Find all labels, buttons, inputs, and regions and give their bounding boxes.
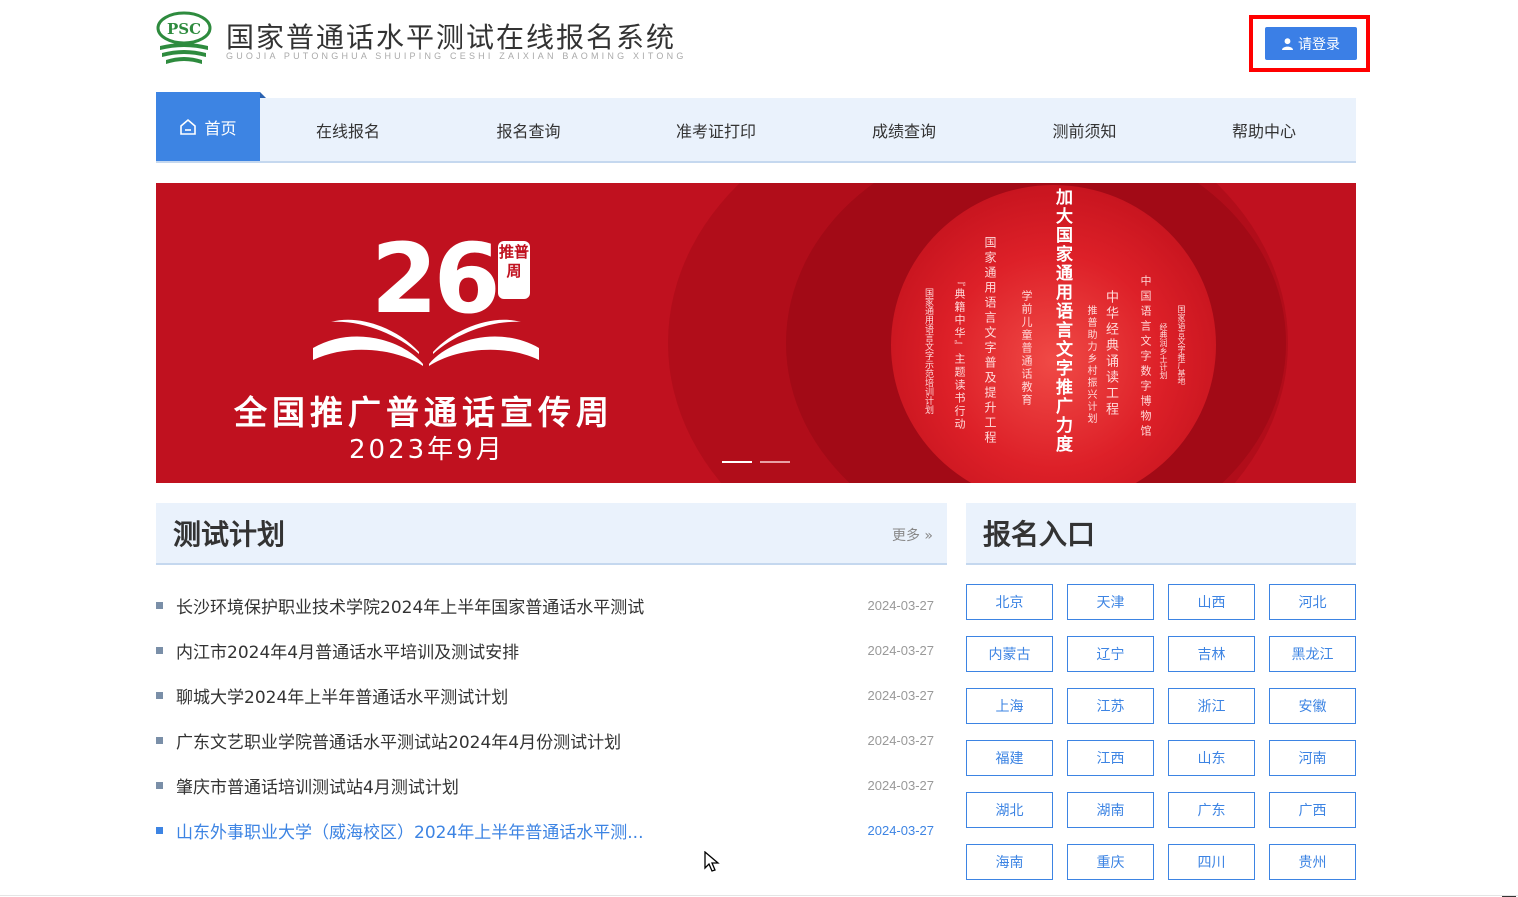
region-button[interactable]: 天津 [1067, 584, 1154, 620]
banner-headline: 加大国家通用语言文字推广力度 [1052, 188, 1072, 454]
region-button[interactable]: 浙江 [1168, 688, 1255, 724]
banner-column: 『典籍中华』主题读书行动 [953, 275, 966, 431]
region-button[interactable]: 辽宁 [1067, 636, 1154, 672]
region-button[interactable]: 北京 [966, 584, 1053, 620]
banner-seal: 推普周 [498, 241, 530, 299]
plan-item[interactable]: 内江市2024年4月普通话水平培训及测试安排 2024-03-27 [156, 628, 936, 673]
banner-column: 经典润乡土计划 [1159, 323, 1168, 379]
banner-column: 中国语言文字数字博物馆 [1139, 275, 1152, 440]
plan-item-date: 2024-03-27 [867, 598, 935, 613]
plan-item[interactable]: 长沙环境保护职业技术学院2024年上半年国家普通话水平测试 2024-03-27 [156, 583, 936, 628]
plan-item-hovered[interactable]: 山东外事职业大学（威海校区）2024年上半年普通话水平测... 2024-03-… [156, 808, 936, 853]
registration-title: 报名入口 [983, 518, 1096, 551]
region-button[interactable]: 湖北 [966, 792, 1053, 828]
banner-column: 推普助力乡村振兴计划 [1085, 305, 1096, 425]
region-button[interactable]: 黑龙江 [1269, 636, 1356, 672]
psc-logo[interactable]: PSC [156, 10, 212, 68]
region-button[interactable]: 四川 [1168, 844, 1255, 880]
region-button[interactable]: 河南 [1269, 740, 1356, 776]
bullet-icon [156, 737, 163, 744]
nav-online-registration[interactable]: 在线报名 [260, 98, 436, 161]
region-button[interactable]: 广东 [1168, 792, 1255, 828]
region-button[interactable]: 重庆 [1067, 844, 1154, 880]
nav-test-notice[interactable]: 测前须知 [997, 98, 1172, 161]
banner-column: 中华经典诵读工程 [1103, 290, 1118, 418]
region-button[interactable]: 河北 [1269, 584, 1356, 620]
login-highlight-frame: 请登录 [1249, 15, 1370, 72]
plan-item-title[interactable]: 长沙环境保护职业技术学院2024年上半年国家普通话水平测试 [176, 593, 644, 618]
open-book-icon [313, 319, 539, 366]
plan-item-date: 2024-03-27 [867, 733, 935, 748]
plan-item[interactable]: 广东文艺职业学院普通话水平测试站2024年4月份测试计划 2024-03-27 [156, 718, 936, 763]
carousel-dot[interactable] [722, 461, 752, 463]
region-button[interactable]: 上海 [966, 688, 1053, 724]
plan-item[interactable]: 肇庆市普通话培训测试站4月测试计划 2024-03-27 [156, 763, 936, 808]
region-button[interactable]: 湖南 [1067, 792, 1154, 828]
home-icon [180, 118, 197, 135]
banner-column: 国家通用语言文字示范培训计划 [923, 288, 933, 414]
bullet-icon [156, 692, 163, 699]
region-button[interactable]: 广西 [1269, 792, 1356, 828]
plan-item-title[interactable]: 聊城大学2024年上半年普通话水平测试计划 [176, 683, 508, 708]
more-label: 更多 [891, 528, 920, 544]
region-button[interactable]: 福建 [966, 740, 1053, 776]
region-grid: 北京 天津 山西 河北 内蒙古 辽宁 吉林 黑龙江 上海 江苏 浙江 安徽 福建… [966, 584, 1358, 880]
nav-admission-print[interactable]: 准考证打印 [621, 98, 811, 161]
test-plan-title: 测试计划 [173, 518, 286, 551]
banner-column: 国家语言文字推广基地 [1177, 305, 1186, 385]
plan-item[interactable]: 聊城大学2024年上半年普通话水平测试计划 2024-03-27 [156, 673, 936, 718]
seal-text: 推普周 [498, 243, 529, 280]
plan-item-title[interactable]: 广东文艺职业学院普通话水平测试站2024年4月份测试计划 [176, 728, 621, 753]
more-link[interactable]: 更多 » [892, 525, 933, 545]
nav-home[interactable]: 首页 [156, 92, 266, 161]
bullet-icon [156, 827, 163, 834]
region-button[interactable]: 江西 [1067, 740, 1154, 776]
page-divider [0, 895, 1518, 896]
plan-item-title[interactable]: 肇庆市普通话培训测试站4月测试计划 [176, 773, 459, 798]
plan-item-title[interactable]: 内江市2024年4月普通话水平培训及测试安排 [176, 638, 519, 663]
site-subtitle: GUOJIA PUTONGHUA SHUIPING CESHI ZAIXIAN … [226, 51, 687, 61]
site-title: 国家普通话水平测试在线报名系统 [226, 21, 677, 54]
nav-help-center[interactable]: 帮助中心 [1172, 98, 1356, 161]
banner-carousel[interactable]: 26 推普周 全国推广普通话宣传周 2023年9月 加大国家通用语言文字推广力度… [156, 183, 1356, 483]
region-button[interactable]: 山西 [1168, 584, 1255, 620]
plan-item-date: 2024-03-27 [867, 643, 935, 658]
site-header: PSC 国家普通话水平测试在线报名系统 GUOJIA PUTONGHUA SHU… [156, 0, 1370, 90]
region-button[interactable]: 安徽 [1269, 688, 1356, 724]
carousel-dot[interactable] [760, 461, 790, 463]
region-button[interactable]: 吉林 [1168, 636, 1255, 672]
plan-item-date: 2024-03-27 [867, 823, 935, 838]
region-button[interactable]: 江苏 [1067, 688, 1154, 724]
login-label: 请登录 [1298, 36, 1340, 53]
plan-item-title[interactable]: 山东外事职业大学（威海校区）2024年上半年普通话水平测... [176, 818, 643, 843]
mouse-cursor-icon [704, 851, 720, 872]
plan-item-date: 2024-03-27 [867, 688, 935, 703]
bullet-icon [156, 647, 163, 654]
banner-column: 国家通用语言文字普及提升工程 [983, 236, 997, 446]
user-icon [1282, 37, 1293, 50]
nav-home-label: 首页 [204, 118, 237, 138]
test-plan-header: 测试计划 更多 » [156, 503, 947, 565]
svg-text:PSC: PSC [167, 20, 201, 38]
bullet-icon [156, 602, 163, 609]
region-button[interactable]: 内蒙古 [966, 636, 1053, 672]
main-nav: 首页 在线报名 报名查询 准考证打印 成绩查询 测前须知 帮助中心 [156, 92, 1356, 163]
region-button[interactable]: 贵州 [1269, 844, 1356, 880]
registration-header: 报名入口 [966, 503, 1356, 565]
nav-registration-query[interactable]: 报名查询 [436, 98, 621, 161]
banner-title: 全国推广普通话宣传周 [234, 393, 614, 432]
region-button[interactable]: 海南 [966, 844, 1053, 880]
double-chevron-right-icon: » [924, 528, 933, 544]
region-button[interactable]: 山东 [1168, 740, 1255, 776]
nav-score-query[interactable]: 成绩查询 [811, 98, 997, 161]
bullet-icon [156, 782, 163, 789]
carousel-indicators [722, 461, 790, 463]
plan-item-date: 2024-03-27 [867, 778, 935, 793]
login-button[interactable]: 请登录 [1265, 27, 1357, 60]
banner-column: 学前儿童普通话教育 [1020, 290, 1033, 407]
banner-date: 2023年9月 [349, 435, 505, 465]
test-plan-list: 长沙环境保护职业技术学院2024年上半年国家普通话水平测试 2024-03-27… [156, 583, 936, 853]
